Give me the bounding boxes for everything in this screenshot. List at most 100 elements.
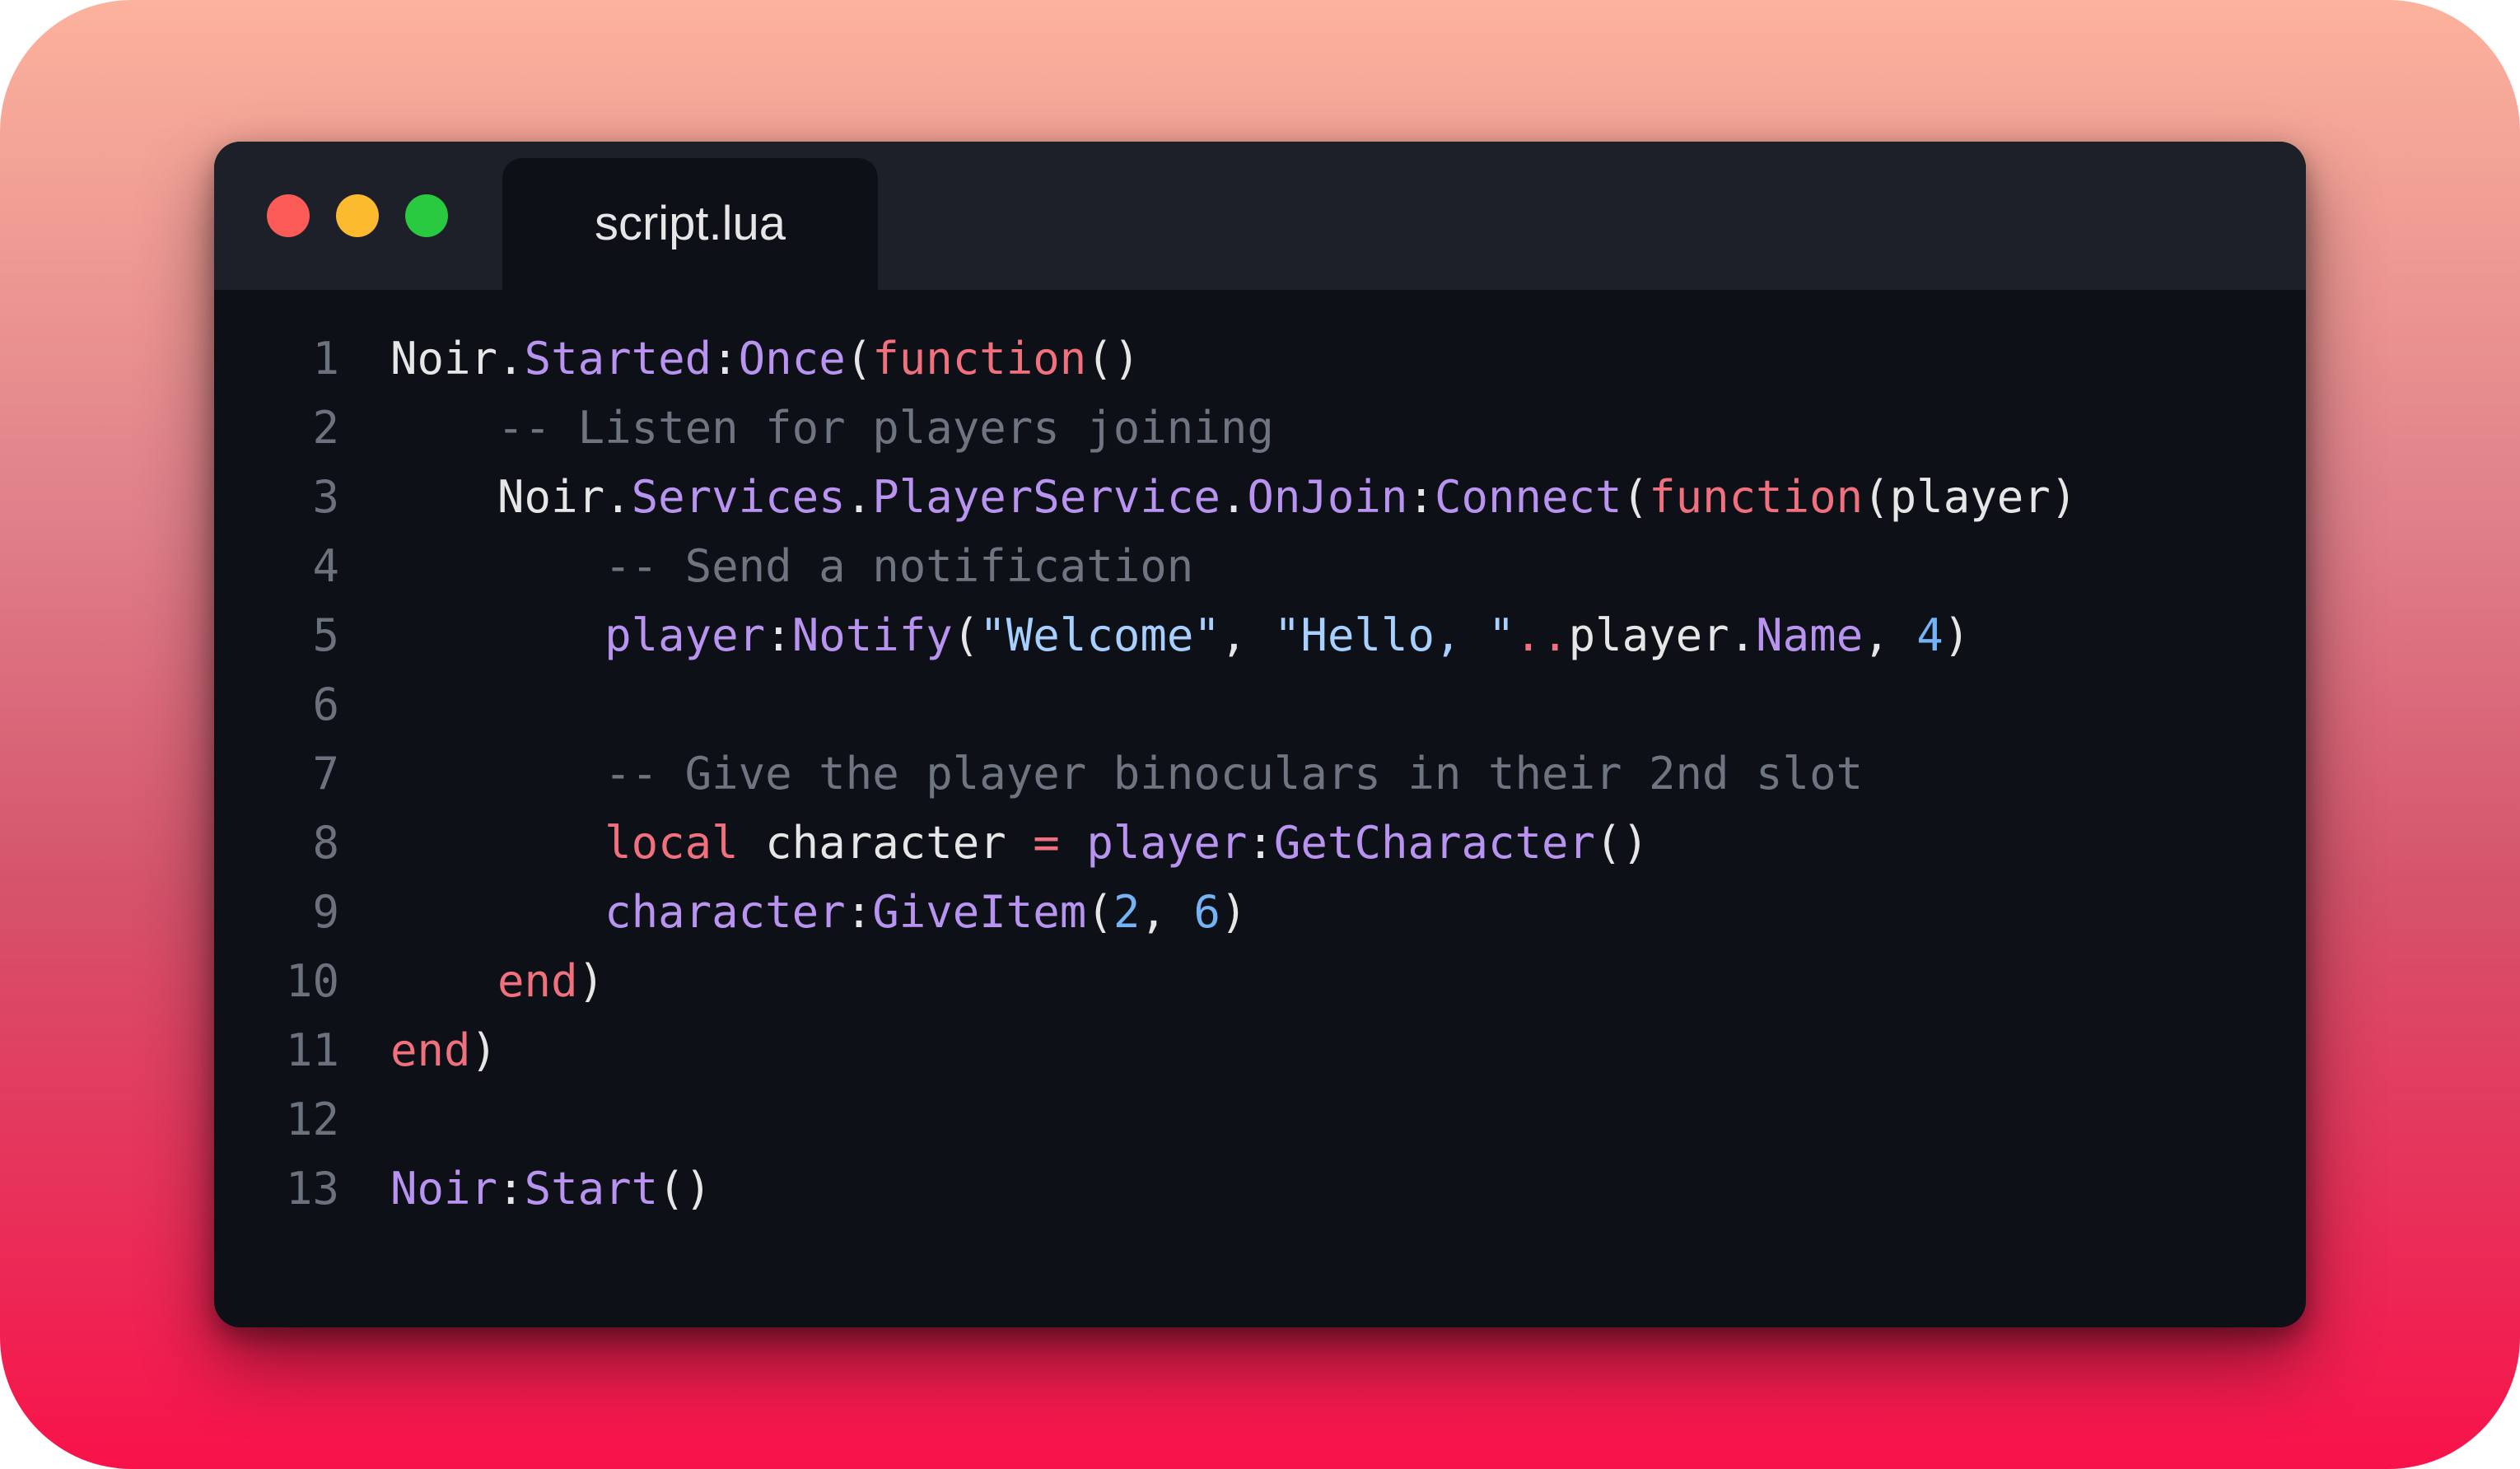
code-token: ( bbox=[1086, 886, 1113, 938]
line-number: 4 bbox=[312, 540, 339, 592]
code-token: ( bbox=[845, 333, 873, 385]
code-token: : bbox=[497, 1163, 525, 1215]
code-token: local bbox=[604, 817, 739, 869]
code-token: 2 bbox=[1113, 886, 1141, 938]
code-line: 6 bbox=[214, 670, 2306, 739]
code-token: : bbox=[845, 886, 873, 938]
title-bar: script.lua bbox=[214, 142, 2306, 290]
line-code: end) bbox=[390, 947, 604, 1016]
line-number: 1 bbox=[312, 333, 339, 385]
line-number: 13 bbox=[285, 1163, 339, 1215]
code-token: Started bbox=[524, 333, 712, 385]
code-token: .. bbox=[1514, 609, 1569, 661]
code-line: 3 Noir.Services.PlayerService.OnJoin:Con… bbox=[214, 463, 2306, 532]
code-token: -- Listen for players joining bbox=[390, 402, 1274, 454]
line-number: 9 bbox=[312, 886, 339, 938]
code-token: : bbox=[1407, 471, 1435, 523]
code-token: ) bbox=[470, 1024, 498, 1076]
line-code: -- Give the player binoculars in their 2… bbox=[390, 739, 1863, 809]
line-number: 12 bbox=[285, 1094, 339, 1145]
line-code: -- Listen for players joining bbox=[390, 394, 1274, 463]
code-token: . bbox=[1729, 609, 1757, 661]
line-number: 10 bbox=[285, 955, 339, 1007]
code-token: Notify bbox=[791, 609, 953, 661]
code-token: () bbox=[1595, 817, 1650, 869]
code-token: , bbox=[1140, 886, 1194, 938]
code-line: 8 local character = player:GetCharacter(… bbox=[214, 809, 2306, 878]
code-token: Once bbox=[738, 333, 846, 385]
code-token: ) bbox=[577, 955, 605, 1007]
code-token: OnJoin bbox=[1247, 471, 1408, 523]
code-token: PlayerService bbox=[872, 471, 1220, 523]
code-token: = bbox=[1033, 817, 1060, 869]
code-line: 9 character:GiveItem(2, 6) bbox=[214, 878, 2306, 947]
code-token: character bbox=[604, 886, 846, 938]
code-line: 2 -- Listen for players joining bbox=[214, 394, 2306, 463]
code-token: Name bbox=[1756, 609, 1864, 661]
code-token: -- Give the player binoculars in their 2… bbox=[390, 748, 1864, 800]
code-token: player bbox=[1086, 817, 1248, 869]
code-token: Noir bbox=[390, 471, 605, 523]
line-number: 3 bbox=[312, 471, 339, 523]
code-token: : bbox=[765, 609, 792, 661]
code-token: character bbox=[738, 817, 1034, 869]
code-token: , bbox=[1863, 609, 1917, 661]
code-editor[interactable]: 1 Noir.Started:Once(function() 2 -- Listen… bbox=[214, 324, 2306, 1224]
code-token: Connect bbox=[1434, 471, 1622, 523]
line-code: local character = player:GetCharacter() bbox=[390, 809, 1649, 878]
code-token: function bbox=[872, 333, 1087, 385]
line-number: 5 bbox=[312, 609, 339, 661]
code-token: . bbox=[845, 471, 873, 523]
line-number: 7 bbox=[312, 748, 339, 800]
code-token: "Hello, " bbox=[1273, 609, 1515, 661]
code-line: 10 end) bbox=[214, 947, 2306, 1016]
line-number: 6 bbox=[312, 679, 339, 730]
code-token: Noir bbox=[390, 1163, 498, 1215]
code-token: Start bbox=[524, 1163, 659, 1215]
code-token: , bbox=[1220, 609, 1274, 661]
code-token: . bbox=[497, 333, 525, 385]
line-code: Noir.Started:Once(function() bbox=[390, 324, 1140, 394]
line-code: player:Notify("Welcome", "Hello, "..play… bbox=[390, 601, 1970, 670]
code-token: 4 bbox=[1916, 609, 1944, 661]
code-line: 1 Noir.Started:Once(function() bbox=[214, 324, 2306, 394]
line-number: 11 bbox=[285, 1024, 339, 1076]
code-token: player bbox=[604, 609, 766, 661]
line-number: 8 bbox=[312, 817, 339, 869]
code-token: () bbox=[1086, 333, 1141, 385]
line-number: 2 bbox=[312, 402, 339, 454]
code-token: ) bbox=[1943, 609, 1971, 661]
line-code: Noir.Services.PlayerService.OnJoin:Conne… bbox=[390, 463, 2077, 532]
code-line: 13 Noir:Start() bbox=[214, 1154, 2306, 1224]
code-token: . bbox=[1220, 471, 1248, 523]
minimize-window-button[interactable] bbox=[336, 194, 379, 237]
code-line: 7 -- Give the player binoculars in their… bbox=[214, 739, 2306, 809]
code-token: function bbox=[1649, 471, 1864, 523]
code-token: 6 bbox=[1193, 886, 1220, 938]
code-line: 5 player:Notify("Welcome", "Hello, "..pl… bbox=[214, 601, 2306, 670]
zoom-window-button[interactable] bbox=[405, 194, 448, 237]
line-code: end) bbox=[390, 1016, 497, 1085]
code-token: GiveItem bbox=[872, 886, 1087, 938]
gradient-backdrop: script.lua 1 Noir.Started:Once(function()… bbox=[0, 0, 2520, 1469]
tab-title: script.lua bbox=[594, 197, 786, 250]
tab-script-lua[interactable]: script.lua bbox=[502, 158, 878, 290]
line-code: -- Send a notification bbox=[390, 532, 1193, 601]
code-token: end bbox=[390, 1024, 471, 1076]
code-token: -- Send a notification bbox=[390, 540, 1194, 592]
close-window-button[interactable] bbox=[267, 194, 310, 237]
code-token: () bbox=[658, 1163, 712, 1215]
code-token: . bbox=[604, 471, 632, 523]
code-token: player bbox=[1568, 609, 1729, 661]
code-token: "Welcome" bbox=[979, 609, 1220, 661]
code-token: end bbox=[497, 955, 578, 1007]
code-token: Noir bbox=[390, 333, 498, 385]
code-token: : bbox=[712, 333, 739, 385]
line-code: character:GiveItem(2, 6) bbox=[390, 878, 1247, 947]
code-line: 11 end) bbox=[214, 1016, 2306, 1085]
